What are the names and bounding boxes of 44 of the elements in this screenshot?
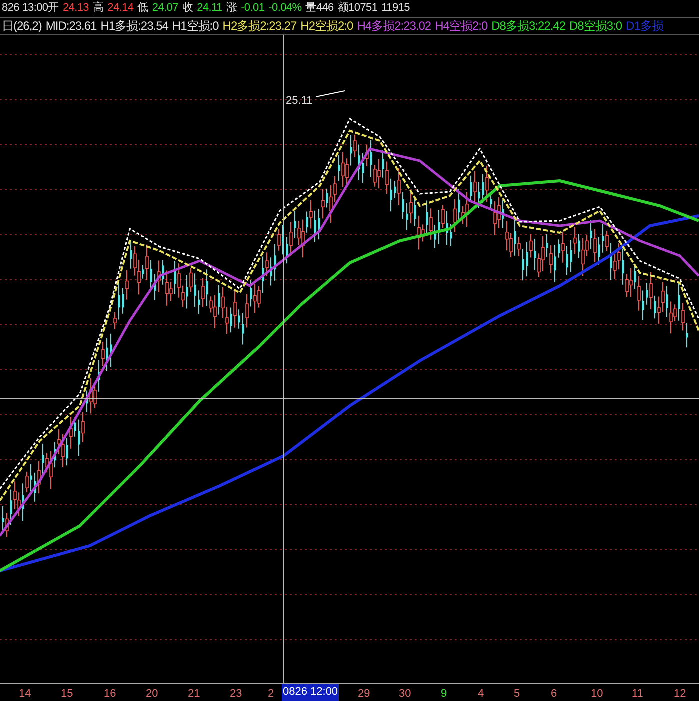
quote-value: 11915 bbox=[382, 1, 410, 16]
indicator-value: H2空损2:0 bbox=[300, 18, 354, 35]
quote-value: 收 bbox=[182, 1, 194, 16]
indicator-value: D8空损3:0 bbox=[570, 18, 622, 35]
indicator-value: H2多损2:23.27 bbox=[222, 18, 297, 35]
axis-label: 23 bbox=[230, 687, 242, 701]
axis-label: 12 bbox=[674, 687, 686, 701]
indicator-value: 日(26,2) bbox=[2, 18, 42, 35]
axis-label: 14 bbox=[19, 687, 32, 701]
quote-value: 24.14 bbox=[108, 1, 134, 16]
quote-value: 24.13 bbox=[62, 1, 89, 16]
cursor-time-label: 0826 12:00 bbox=[282, 684, 340, 700]
indicator-value: D8多损3:22.42 bbox=[492, 18, 566, 35]
leader-line bbox=[316, 90, 346, 98]
indicator-value: H4多损2:23.02 bbox=[357, 18, 432, 35]
axis-label: 29 bbox=[358, 687, 370, 701]
axis-label: 5 bbox=[514, 687, 520, 701]
axis-label: 21 bbox=[188, 687, 200, 701]
quote-value: 24.11 bbox=[197, 1, 222, 16]
price-label: 25.11 bbox=[286, 94, 313, 109]
quote-value: 涨 bbox=[226, 1, 238, 16]
axis-label: 20 bbox=[146, 687, 158, 701]
indicator-value: H1多损:23.54 bbox=[100, 18, 168, 35]
axis-label: 10 bbox=[591, 687, 604, 701]
quote-value: 额10751 bbox=[338, 0, 378, 16]
indicator-value: D1多损 bbox=[626, 18, 664, 35]
quote-value: 24.07 bbox=[152, 1, 178, 16]
axis-label: 6 bbox=[551, 687, 558, 701]
quote-value: 826 13:00开 bbox=[2, 1, 59, 16]
axis-label: 9 bbox=[441, 687, 448, 701]
axis-label: 16 bbox=[104, 687, 116, 701]
axis-label: 30 bbox=[399, 687, 412, 701]
quote-value: -0.01 bbox=[241, 1, 265, 16]
axis-label: 11 bbox=[632, 687, 644, 701]
axis-label: 2 bbox=[268, 687, 274, 701]
indicator-value: H4空损2:0 bbox=[435, 18, 488, 35]
quote-value: 量446 bbox=[306, 1, 334, 16]
indicator-value: MID:23.61 bbox=[46, 18, 97, 35]
axis-label: 4 bbox=[478, 687, 484, 701]
quote-value: 低 bbox=[138, 1, 148, 16]
quote-value: -0.04% bbox=[268, 1, 302, 16]
quote-value: 高 bbox=[92, 0, 104, 16]
indicator-value: H1空损:0 bbox=[172, 18, 219, 35]
axis-label: 15 bbox=[61, 687, 74, 701]
